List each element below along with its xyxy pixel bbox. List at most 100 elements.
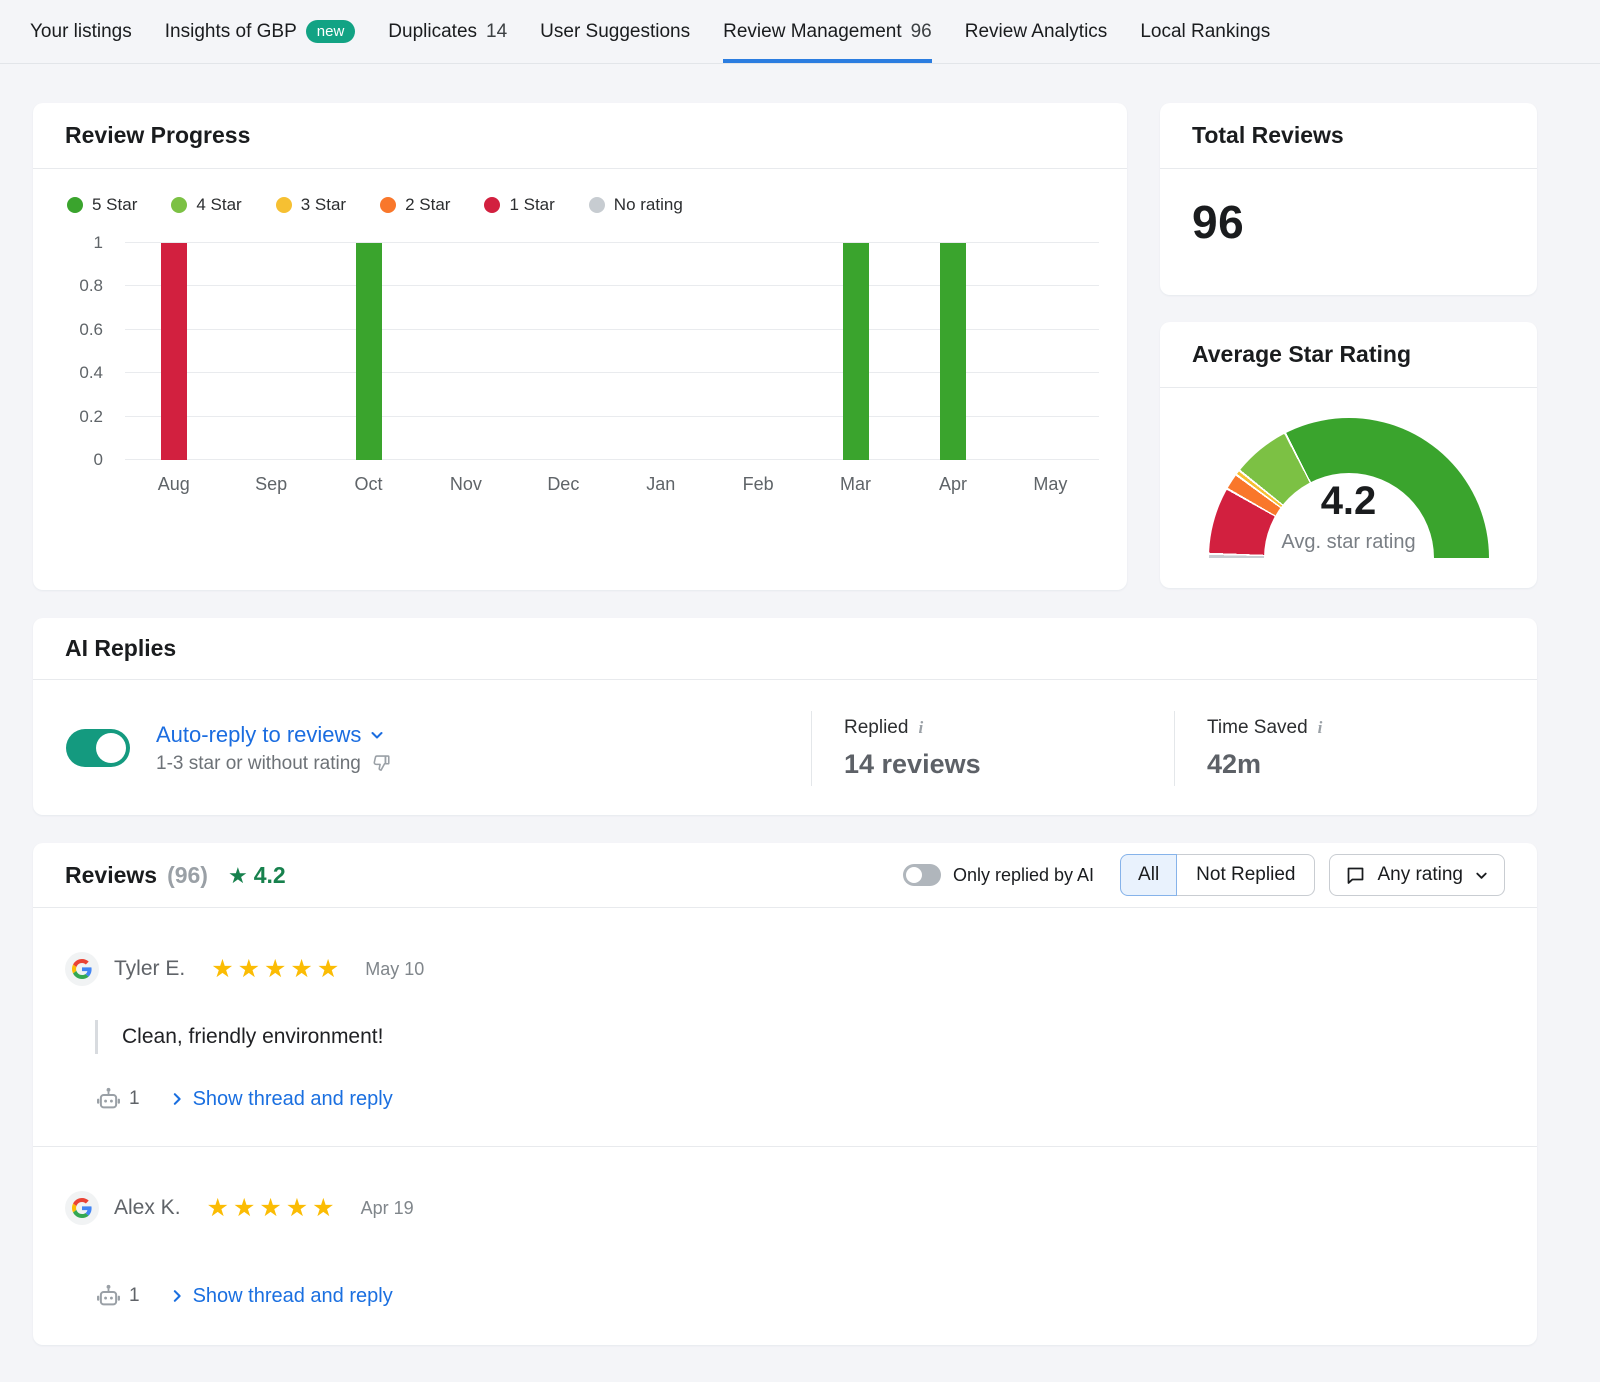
average-star-rating-card: Average Star Rating 4.2 Avg. star rating <box>1160 322 1537 588</box>
show-thread-link[interactable]: Show thread and reply <box>170 1285 393 1308</box>
total-reviews-header: Total Reviews <box>1160 103 1537 169</box>
card-title: AI Replies <box>65 635 1505 662</box>
y-axis: 00.20.40.60.81 <box>33 243 125 460</box>
legend-label: 2 Star <box>405 195 450 215</box>
info-icon[interactable]: i <box>918 718 923 738</box>
only-replied-by-ai-toggle[interactable] <box>903 864 941 886</box>
legend-item-3-star[interactable]: 3 Star <box>276 195 346 215</box>
x-tick-label: Oct <box>320 474 417 495</box>
bar-column-sep <box>222 243 319 460</box>
right-column: Total Reviews 96 Average Star Rating 4.2… <box>1160 103 1537 590</box>
card-title: Review Progress <box>65 122 1095 149</box>
chevron-down-icon <box>369 727 385 743</box>
reviews-title: Reviews <box>65 862 157 889</box>
review-progress-chart: 00.20.40.60.81 <box>33 243 1127 460</box>
legend-item-no-rating[interactable]: No rating <box>589 195 683 215</box>
bar-column-dec <box>515 243 612 460</box>
tab-your-listings[interactable]: Your listings <box>30 0 132 63</box>
robot-icon <box>95 1086 122 1113</box>
chevron-right-icon <box>170 1092 184 1106</box>
review-date: May 10 <box>365 959 424 980</box>
auto-reply-link[interactable]: Auto-reply to reviews <box>156 722 811 748</box>
legend-item-2-star[interactable]: 2 Star <box>380 195 450 215</box>
show-thread-link[interactable]: Show thread and reply <box>170 1088 393 1111</box>
chart-legend: 5 Star 4 Star 3 Star 2 Star 1 Star No rating <box>67 195 1127 215</box>
legend-dot <box>67 197 83 213</box>
new-badge: new <box>306 20 356 43</box>
x-tick-label: Nov <box>417 474 514 495</box>
legend-item-5-star[interactable]: 5 Star <box>67 195 137 215</box>
ai-reply-count: 1 <box>95 1086 140 1113</box>
star-rating-gauge: 4.2 Avg. star rating <box>1209 418 1489 558</box>
segment-all[interactable]: All <box>1120 854 1177 896</box>
segment-not-replied[interactable]: Not Replied <box>1177 854 1315 896</box>
legend-dot <box>171 197 187 213</box>
stat-label: Replied <box>844 717 908 739</box>
robot-icon <box>95 1283 122 1310</box>
tab-review-management[interactable]: Review Management 96 <box>723 0 932 63</box>
ai-replies-header: AI Replies <box>33 618 1537 680</box>
tab-label: User Suggestions <box>540 21 690 43</box>
x-tick-label: Sep <box>222 474 319 495</box>
reviews-header: Reviews (96) ★ 4.2 Only replied by AI Al… <box>33 843 1537 908</box>
rating-filter-dropdown[interactable]: Any rating <box>1329 854 1505 896</box>
rating-filter-value: Any rating <box>1377 864 1463 886</box>
legend-label: 4 Star <box>196 195 241 215</box>
reviews-card: Reviews (96) ★ 4.2 Only replied by AI Al… <box>33 843 1537 1345</box>
ai-reply-count: 1 <box>95 1283 140 1310</box>
tab-user-suggestions[interactable]: User Suggestions <box>540 0 690 63</box>
x-tick-label: Dec <box>515 474 612 495</box>
review-progress-card: Review Progress 5 Star 4 Star 3 Star 2 Star… <box>33 103 1127 590</box>
tab-duplicates[interactable]: Duplicates 14 <box>388 0 507 63</box>
bar-column-aug <box>125 243 222 460</box>
bar-aug-1-star <box>161 243 187 460</box>
tab-label: Insights of GBP <box>165 21 297 43</box>
tab-insights-of-gbp[interactable]: Insights of GBP new <box>165 0 356 63</box>
top-tab-bar: Your listings Insights of GBP new Duplic… <box>0 0 1600 64</box>
bar-column-oct <box>320 243 417 460</box>
tab-local-rankings[interactable]: Local Rankings <box>1140 0 1270 63</box>
tab-label: Review Analytics <box>965 21 1108 43</box>
review-progress-header: Review Progress <box>33 103 1127 169</box>
bar-column-mar <box>807 243 904 460</box>
legend-label: 5 Star <box>92 195 137 215</box>
auto-reply-label: Auto-reply to reviews <box>156 722 361 748</box>
legend-dot <box>276 197 292 213</box>
average-star-rating-header: Average Star Rating <box>1160 322 1537 388</box>
auto-reply-toggle[interactable] <box>66 729 130 767</box>
legend-item-1-star[interactable]: 1 Star <box>484 195 554 215</box>
google-logo-icon <box>65 1191 99 1225</box>
star-rating: ★★★★★ <box>211 957 343 982</box>
bar-column-may <box>1002 243 1099 460</box>
reviewer-name: Tyler E. <box>114 957 185 981</box>
review-date: Apr 19 <box>361 1198 414 1219</box>
card-title: Average Star Rating <box>1192 341 1505 368</box>
time-saved-stat: Time Saved i 42m <box>1174 711 1537 786</box>
tab-count: 14 <box>486 21 507 43</box>
legend-item-4-star[interactable]: 4 Star <box>171 195 241 215</box>
chevron-right-icon <box>170 1289 184 1303</box>
auto-reply-sublabel: 1-3 star or without rating <box>156 753 361 775</box>
card-title: Total Reviews <box>1192 122 1505 149</box>
tab-label: Local Rankings <box>1140 21 1270 43</box>
only-replied-by-ai-label: Only replied by AI <box>953 865 1094 886</box>
info-icon[interactable]: i <box>1318 718 1323 738</box>
reviewer-name: Alex K. <box>114 1196 181 1220</box>
x-tick-label: May <box>1002 474 1099 495</box>
tab-label: Your listings <box>30 21 132 43</box>
review-list-item: Tyler E. ★★★★★ May 10 Clean, friendly en… <box>33 908 1537 1146</box>
replied-stat: Replied i 14 reviews <box>811 711 1174 786</box>
gauge-value: 4.2 <box>1209 479 1489 524</box>
ai-replies-card: AI Replies Auto-reply to reviews 1-3 sta… <box>33 618 1537 815</box>
x-tick-label: Apr <box>904 474 1001 495</box>
gauge-caption: Avg. star rating <box>1209 531 1489 554</box>
thumbs-down-icon[interactable] <box>371 753 392 774</box>
legend-label: 1 Star <box>509 195 554 215</box>
legend-dot <box>589 197 605 213</box>
tab-count: 96 <box>911 21 932 43</box>
bar-mar-5-star <box>843 243 869 460</box>
review-text: Clean, friendly environment! <box>95 1020 1505 1054</box>
x-tick-label: Aug <box>125 474 222 495</box>
tab-review-analytics[interactable]: Review Analytics <box>965 0 1108 63</box>
bar-column-apr <box>904 243 1001 460</box>
